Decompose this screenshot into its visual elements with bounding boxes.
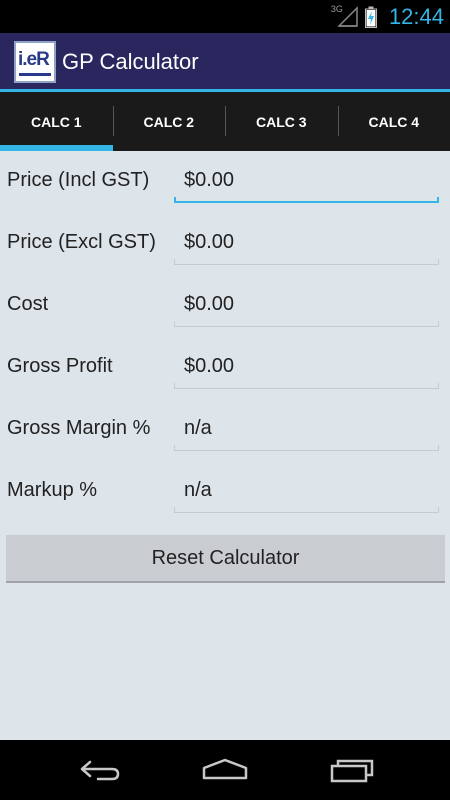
tab-label: CALC 1 [30,113,82,130]
cost-row: Cost $0.00 [0,275,450,337]
status-icons: 3G 12:44 [331,0,444,33]
cost-input[interactable]: $0.00 [174,285,439,327]
home-icon [202,758,248,780]
back-button[interactable] [75,755,125,785]
status-bar: 3G 12:44 [0,0,450,33]
back-icon [80,760,120,781]
navigation-bar [0,740,450,800]
tab-bar: CALC 1 CALC 2 CALC 3 CALC 4 [0,92,450,151]
app-logo-text: i.eR [18,49,50,70]
gross-profit-value: $0.00 [184,355,235,377]
price-excl-gst-value: $0.00 [184,231,235,253]
tab-calc-4[interactable]: CALC 4 [337,92,450,151]
recent-apps-button[interactable] [327,755,377,785]
gross-margin-value: n/a [184,417,212,439]
markup-value: n/a [184,479,212,501]
app-logo-underline [19,73,51,76]
recent-apps-icon [330,759,374,783]
markup-input[interactable]: n/a [174,471,439,513]
price-excl-gst-row: Price (Excl GST) $0.00 [0,213,450,275]
app-title: GP Calculator [62,49,199,74]
gross-margin-row: Gross Margin % n/a [0,399,450,461]
tab-label: CALC 4 [368,113,420,130]
tab-label: CALC 3 [255,113,307,130]
gross-margin-label: Gross Margin % [7,417,151,439]
network-type-label: 3G [330,3,343,14]
app-logo[interactable]: i.eR [14,41,56,83]
cost-label: Cost [7,293,49,315]
gross-profit-input[interactable]: $0.00 [174,347,439,389]
price-incl-gst-input[interactable]: $0.00 [174,161,439,203]
price-incl-gst-label: Price (Incl GST) [7,169,150,191]
action-bar: i.eR GP Calculator [0,33,450,91]
cost-value: $0.00 [184,293,235,315]
gross-margin-input[interactable]: n/a [174,409,439,451]
price-excl-gst-label: Price (Excl GST) [7,231,156,253]
markup-row: Markup % n/a [0,461,450,523]
battery-charging-icon [364,6,377,28]
tab-calc-1[interactable]: CALC 1 [0,92,113,151]
tab-calc-2[interactable]: CALC 2 [112,92,226,151]
price-incl-gst-row: Price (Incl GST) $0.00 [0,151,450,213]
reset-calculator-button[interactable]: Reset Calculator [6,535,445,583]
markup-label: Markup % [7,479,98,501]
price-excl-gst-input[interactable]: $0.00 [174,223,439,265]
gross-profit-label: Gross Profit [7,355,113,377]
tab-calc-3[interactable]: CALC 3 [225,92,338,151]
calculator-form: Price (Incl GST) $0.00 Price (Excl GST) … [0,151,450,740]
gross-profit-row: Gross Profit $0.00 [0,337,450,399]
price-incl-gst-value: $0.00 [184,169,235,191]
tab-label: CALC 2 [143,113,195,130]
home-button[interactable] [200,755,250,785]
status-clock: 12:44 [388,3,444,29]
